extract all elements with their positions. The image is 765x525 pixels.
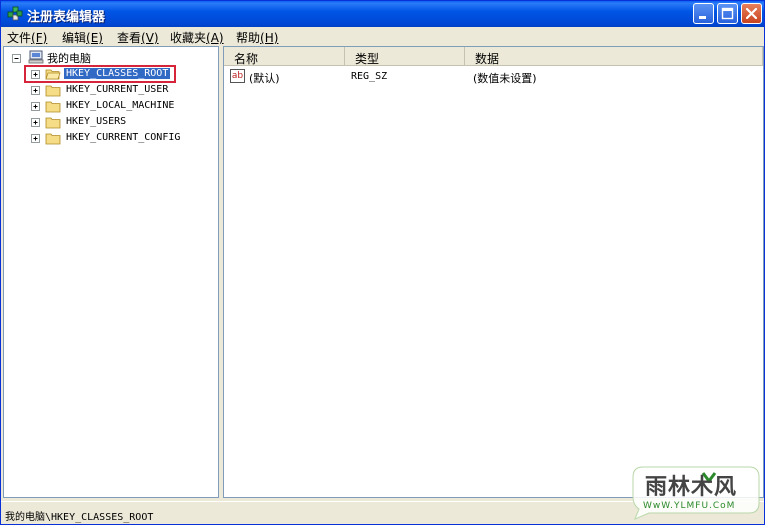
list-item[interactable]: ab (默认) REG_SZ (数值未设置) xyxy=(224,69,763,85)
folder-icon xyxy=(45,117,61,129)
column-header-name[interactable]: 名称 xyxy=(224,47,345,66)
close-icon xyxy=(745,7,758,20)
plus-icon xyxy=(33,88,38,93)
value-name: (默认) xyxy=(249,72,280,85)
string-value-icon: ab xyxy=(230,69,245,83)
plus-icon xyxy=(33,104,38,109)
tree-item-label: HKEY_LOCAL_MACHINE xyxy=(66,100,175,111)
tree-item-label: HKEY_CURRENT_USER xyxy=(66,84,169,95)
menu-edit-mnemonic: (E) xyxy=(86,31,103,45)
close-button[interactable] xyxy=(741,3,762,24)
menu-help-mnemonic: (H) xyxy=(260,31,279,45)
status-path: 我的电脑\HKEY_CLASSES_ROOT xyxy=(5,512,154,523)
annotation-highlight-box xyxy=(24,65,176,83)
column-header-type[interactable]: 类型 xyxy=(345,47,465,66)
folder-icon xyxy=(45,133,61,145)
menu-favorites[interactable]: 收藏夹(A) xyxy=(170,29,224,46)
menu-favorites-mnemonic: (A) xyxy=(206,31,224,45)
menu-bar: 文件(F) 编辑(E) 查看(V) 收藏夹(A) 帮助(H) xyxy=(1,27,764,46)
minimize-button[interactable] xyxy=(693,3,714,24)
watermark-url: WwW.YLMFU.CoM xyxy=(643,501,736,511)
plus-icon xyxy=(33,120,38,125)
maximize-button[interactable] xyxy=(717,3,738,24)
plus-icon xyxy=(33,136,38,141)
tree-item-hkey-current-config[interactable]: HKEY_CURRENT_CONFIG xyxy=(29,131,214,147)
value-data: (数值未设置) xyxy=(473,72,537,85)
menu-file[interactable]: 文件(F) xyxy=(7,29,47,46)
tree-root[interactable]: 我的电脑 xyxy=(9,50,209,66)
tree-item-hkey-current-user[interactable]: HKEY_CURRENT_USER xyxy=(29,83,214,99)
tree-item-label: HKEY_CURRENT_CONFIG xyxy=(66,132,181,143)
menu-view-mnemonic: (V) xyxy=(141,31,159,45)
values-list-pane[interactable]: 名称 类型 数据 ab (默认) REG_SZ (数值未设置) xyxy=(223,46,764,498)
menu-view[interactable]: 查看(V) xyxy=(117,29,159,46)
maximize-icon xyxy=(721,7,734,20)
watermark-text: 雨林木风 xyxy=(645,475,738,500)
column-header-data[interactable]: 数据 xyxy=(465,47,763,66)
expand-toggle[interactable] xyxy=(31,102,40,111)
tree-item-hkey-local-machine[interactable]: HKEY_LOCAL_MACHINE xyxy=(29,99,214,115)
watermark-logo: 雨林木风 WwW.YLMFU.CoM xyxy=(629,463,763,521)
tree-item-hkey-users[interactable]: HKEY_USERS xyxy=(29,115,214,131)
window-title: 注册表编辑器 xyxy=(27,10,106,25)
minus-icon xyxy=(14,58,19,59)
tree-root-label: 我的电脑 xyxy=(47,52,91,65)
value-type: REG_SZ xyxy=(351,71,388,82)
computer-icon xyxy=(28,50,44,64)
registry-app-icon xyxy=(7,6,23,21)
title-bar[interactable]: 注册表编辑器 xyxy=(1,1,764,27)
minimize-icon xyxy=(699,16,706,19)
menu-file-mnemonic: (F) xyxy=(31,31,48,45)
menu-help[interactable]: 帮助(H) xyxy=(236,29,278,46)
folder-icon xyxy=(45,85,61,97)
registry-editor-window: 注册表编辑器 文件(F) 编辑(E) 查看(V) 收藏夹(A) 帮助(H) 我的… xyxy=(0,0,765,525)
collapse-toggle[interactable] xyxy=(12,54,21,63)
expand-toggle[interactable] xyxy=(31,118,40,127)
menu-edit[interactable]: 编辑(E) xyxy=(62,29,103,46)
folder-icon xyxy=(45,101,61,113)
expand-toggle[interactable] xyxy=(31,134,40,143)
expand-toggle[interactable] xyxy=(31,86,40,95)
tree-item-label: HKEY_USERS xyxy=(66,116,127,127)
